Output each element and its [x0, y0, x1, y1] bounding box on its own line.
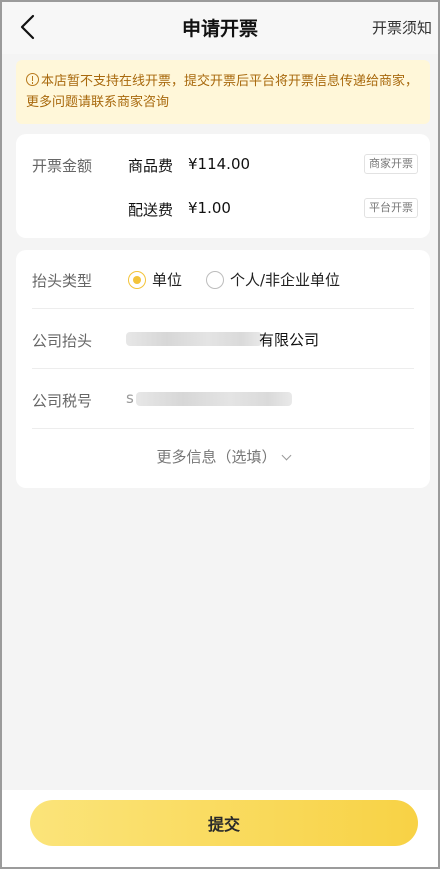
divider [32, 428, 414, 429]
notice-banner: 本店暂不支持在线开票，提交开票后平台将开票信息传递给商家，更多问题请联系商家咨询 [16, 60, 430, 124]
invoice-amount-label: 开票金额 [32, 157, 93, 175]
more-info-label: 更多信息（选填） [156, 448, 277, 466]
radio-checked-icon [128, 270, 146, 289]
invoice-amount-card: 开票金额 商品费 ¥114.00 商家开票 配送费 ¥1.00 平台开票 [16, 134, 430, 238]
title-type-label: 抬头类型 [32, 272, 93, 290]
platform-invoice-tag: 平台开票 [364, 198, 418, 218]
radio-individual[interactable]: 个人/非企业单位 [206, 269, 340, 290]
company-title-label: 公司抬头 [32, 332, 93, 350]
invoice-title-card: 抬头类型 单位 个人/非企业单位 公司抬头 有限公司 公司税号 s 更多信息（选… [16, 250, 430, 488]
radio-unchecked-icon [206, 270, 224, 289]
submit-button[interactable]: 提交 [30, 800, 418, 846]
goods-fee-name: 商品费 [128, 157, 174, 175]
merchant-invoice-tag: 商家开票 [364, 154, 418, 174]
warning-icon [26, 73, 39, 86]
delivery-fee-amount: ¥1.00 [188, 199, 231, 217]
radio-individual-label: 个人/非企业单位 [230, 271, 341, 289]
company-title-suffix: 有限公司 [259, 331, 320, 349]
chevron-down-icon [281, 450, 291, 461]
radio-company-label: 单位 [152, 271, 183, 289]
redacted-text [126, 332, 262, 346]
invoice-notes-link[interactable]: 开票须知 [372, 17, 432, 38]
redacted-text [136, 392, 292, 406]
more-info-toggle[interactable]: 更多信息（选填） [16, 446, 430, 467]
radio-company[interactable]: 单位 [128, 269, 182, 290]
divider [32, 368, 414, 369]
company-title-input[interactable]: 有限公司 [126, 326, 416, 352]
nav-bar: 申请开票 开票须知 [2, 2, 438, 54]
notice-text: 本店暂不支持在线开票，提交开票后平台将开票信息传递给商家，更多问题请联系商家咨询 [26, 74, 419, 110]
tax-number-input[interactable]: s [126, 386, 416, 412]
tax-number-visible: s [126, 389, 134, 407]
tax-number-label: 公司税号 [32, 392, 93, 410]
bottom-bar: 提交 [2, 790, 438, 867]
divider [32, 308, 414, 309]
app-frame: 申请开票 开票须知 本店暂不支持在线开票，提交开票后平台将开票信息传递给商家，更… [0, 0, 440, 869]
goods-fee-amount: ¥114.00 [188, 155, 251, 173]
delivery-fee-name: 配送费 [128, 201, 174, 219]
